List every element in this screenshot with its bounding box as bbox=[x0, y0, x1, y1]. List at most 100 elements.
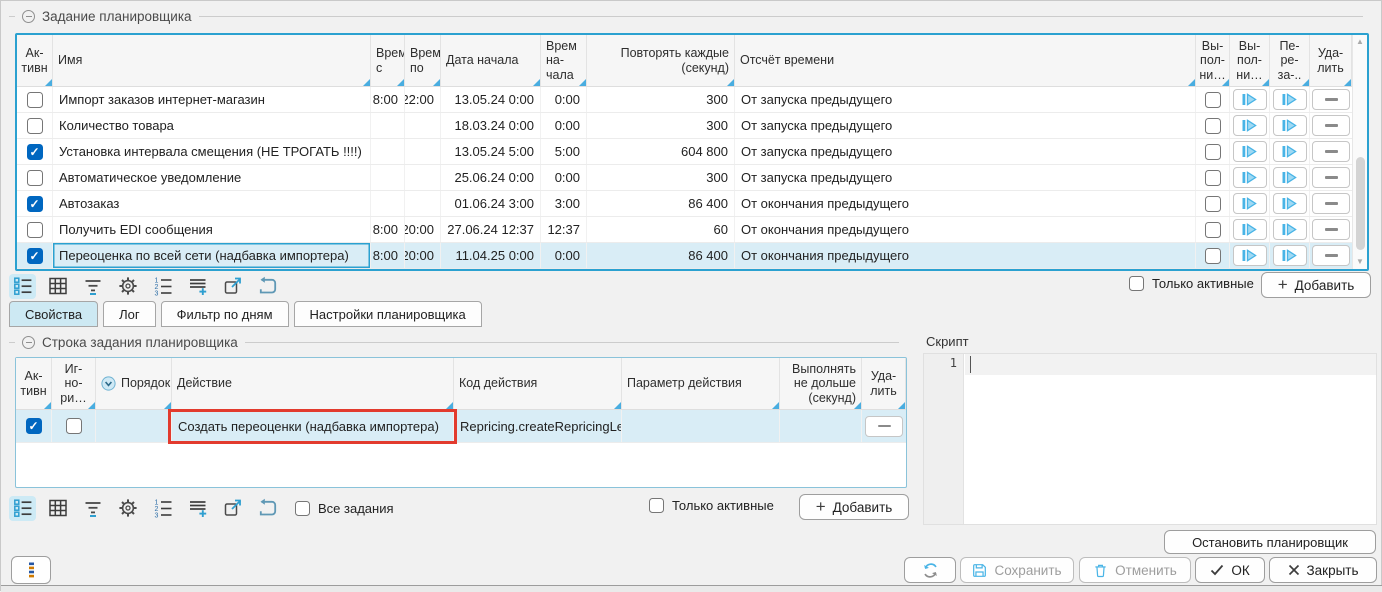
time-count-cell[interactable]: От запуска предыдущего bbox=[735, 165, 1196, 190]
collapse-icon[interactable] bbox=[22, 336, 35, 349]
time-count-cell[interactable]: От окончания предыдущего bbox=[735, 191, 1196, 216]
task-name-cell[interactable]: Автоматическое уведомление bbox=[53, 165, 371, 190]
table-row[interactable]: Импорт заказов интернет-магазин 8:00 22:… bbox=[17, 87, 1352, 113]
start-time-cell[interactable]: 0:00 bbox=[541, 243, 587, 268]
filter-icon[interactable] bbox=[79, 274, 106, 299]
grid-view-icon[interactable] bbox=[44, 274, 71, 299]
time-to-cell[interactable] bbox=[405, 139, 441, 164]
repeat-every-cell[interactable]: 604 800 bbox=[587, 139, 735, 164]
restart-button[interactable] bbox=[1273, 89, 1307, 110]
list-details-icon[interactable] bbox=[9, 274, 36, 299]
col-time-count[interactable]: Отсчёт времени bbox=[735, 35, 1196, 86]
active-checkbox[interactable] bbox=[27, 248, 43, 264]
col-order[interactable]: Порядок bbox=[96, 358, 172, 409]
col-time-from[interactable]: Врем с bbox=[371, 35, 405, 86]
restart-button[interactable] bbox=[1273, 219, 1307, 240]
repeat-every-cell[interactable]: 300 bbox=[587, 113, 735, 138]
only-active-checkbox[interactable] bbox=[649, 498, 664, 513]
start-time-cell[interactable]: 0:00 bbox=[541, 87, 587, 112]
ok-button[interactable]: ОК bbox=[1195, 557, 1265, 583]
time-count-cell[interactable]: От окончания предыдущего bbox=[735, 217, 1196, 242]
restart-button[interactable] bbox=[1273, 167, 1307, 188]
tab-scheduler-settings[interactable]: Настройки планировщика bbox=[294, 301, 482, 327]
grid-view-icon[interactable] bbox=[44, 496, 71, 521]
active-checkbox[interactable] bbox=[27, 144, 43, 160]
start-date-cell[interactable]: 13.05.24 5:00 bbox=[441, 139, 541, 164]
col-start-date[interactable]: Дата начала bbox=[441, 35, 541, 86]
task-name-cell[interactable]: Получить EDI сообщения bbox=[53, 217, 371, 242]
cancel-button[interactable]: Отменить bbox=[1079, 557, 1191, 583]
start-time-cell[interactable]: 5:00 bbox=[541, 139, 587, 164]
tab-day-filter[interactable]: Фильтр по дням bbox=[161, 301, 289, 327]
add-line-button[interactable]: + Добавить bbox=[799, 494, 909, 520]
gear-icon[interactable] bbox=[114, 274, 141, 299]
reload-icon[interactable] bbox=[254, 274, 281, 299]
table-row[interactable]: Количество товара 18.03.24 0:00 0:00 300… bbox=[17, 113, 1352, 139]
table-row[interactable]: Получить EDI сообщения 8:00 20:00 27.06.… bbox=[17, 217, 1352, 243]
delete-button[interactable] bbox=[1312, 193, 1350, 214]
restart-button[interactable] bbox=[1273, 141, 1307, 162]
time-from-cell[interactable] bbox=[371, 113, 405, 138]
menu-button[interactable] bbox=[11, 556, 51, 584]
col-delete[interactable]: Уда-лить bbox=[1310, 35, 1352, 86]
start-time-cell[interactable]: 0:00 bbox=[541, 113, 587, 138]
restart-button[interactable] bbox=[1273, 245, 1307, 266]
filter-icon[interactable] bbox=[79, 496, 106, 521]
active-checkbox[interactable] bbox=[27, 92, 43, 108]
time-count-cell[interactable]: От запуска предыдущего bbox=[735, 139, 1196, 164]
table-row-selected[interactable]: Переоценка по всей сети (надбавка импорт… bbox=[17, 243, 1352, 269]
repeat-every-cell[interactable]: 300 bbox=[587, 87, 735, 112]
open-external-icon[interactable] bbox=[219, 496, 246, 521]
numbered-list-icon[interactable]: 123 bbox=[149, 496, 176, 521]
time-from-cell[interactable] bbox=[371, 191, 405, 216]
tab-properties[interactable]: Свойства bbox=[9, 301, 98, 327]
col-active[interactable]: Ак-тивн bbox=[17, 35, 53, 86]
time-count-cell[interactable]: От запуска предыдущего bbox=[735, 113, 1196, 138]
delete-button[interactable] bbox=[865, 416, 903, 437]
executed-checkbox[interactable] bbox=[1205, 248, 1221, 264]
script-editor[interactable]: 1 bbox=[923, 353, 1377, 525]
executed-checkbox[interactable] bbox=[1205, 144, 1221, 160]
active-checkbox[interactable] bbox=[27, 196, 43, 212]
table-row[interactable]: Установка интервала смещения (НЕ ТРОГАТЬ… bbox=[17, 139, 1352, 165]
time-to-cell[interactable]: 22:00 bbox=[405, 87, 441, 112]
delete-button[interactable] bbox=[1312, 167, 1350, 188]
collapse-icon[interactable] bbox=[22, 10, 35, 23]
time-to-cell[interactable] bbox=[405, 113, 441, 138]
task-name-cell[interactable]: Автозаказ bbox=[53, 191, 371, 216]
col-repeat-every[interactable]: Повторять каждые (секунд) bbox=[587, 35, 735, 86]
col-max-duration[interactable]: Выполнять не дольше (секунд) bbox=[780, 358, 862, 409]
time-from-cell[interactable]: 8:00 bbox=[371, 243, 405, 268]
active-checkbox[interactable] bbox=[27, 118, 43, 134]
add-task-button[interactable]: + Добавить bbox=[1261, 272, 1371, 298]
time-from-cell[interactable] bbox=[371, 139, 405, 164]
table-row[interactable]: Автоматическое уведомление 25.06.24 0:00… bbox=[17, 165, 1352, 191]
start-date-cell[interactable]: 13.05.24 0:00 bbox=[441, 87, 541, 112]
time-count-cell[interactable]: От запуска предыдущего bbox=[735, 87, 1196, 112]
task-name-cell[interactable]: Импорт заказов интернет-магазин bbox=[53, 87, 371, 112]
col-active[interactable]: Ак-тивн bbox=[16, 358, 52, 409]
run-button[interactable] bbox=[1233, 115, 1267, 136]
executed-checkbox[interactable] bbox=[1205, 118, 1221, 134]
col-action-param[interactable]: Параметр действия bbox=[622, 358, 780, 409]
col-action[interactable]: Действие bbox=[172, 358, 454, 409]
repeat-every-cell[interactable]: 60 bbox=[587, 217, 735, 242]
task-name-cell[interactable]: Установка интервала смещения (НЕ ТРОГАТЬ… bbox=[53, 139, 371, 164]
delete-button[interactable] bbox=[1312, 115, 1350, 136]
task-name-cell[interactable]: Переоценка по всей сети (надбавка импорт… bbox=[53, 243, 371, 268]
reload-icon[interactable] bbox=[254, 496, 281, 521]
time-to-cell[interactable] bbox=[405, 191, 441, 216]
time-from-cell[interactable]: 8:00 bbox=[371, 217, 405, 242]
action-param-cell[interactable] bbox=[622, 410, 780, 442]
restart-button[interactable] bbox=[1273, 115, 1307, 136]
run-button[interactable] bbox=[1233, 141, 1267, 162]
scroll-up-icon[interactable]: ▲ bbox=[1353, 35, 1367, 49]
save-button[interactable]: Сохранить bbox=[960, 557, 1074, 583]
close-button[interactable]: Закрыть bbox=[1269, 557, 1377, 583]
start-time-cell[interactable]: 0:00 bbox=[541, 165, 587, 190]
col-executed-1[interactable]: Вы-пол-ни… bbox=[1196, 35, 1230, 86]
active-checkbox[interactable] bbox=[27, 170, 43, 186]
time-to-cell[interactable]: 20:00 bbox=[405, 243, 441, 268]
executed-checkbox[interactable] bbox=[1205, 222, 1221, 238]
ignore-checkbox[interactable] bbox=[66, 418, 82, 434]
